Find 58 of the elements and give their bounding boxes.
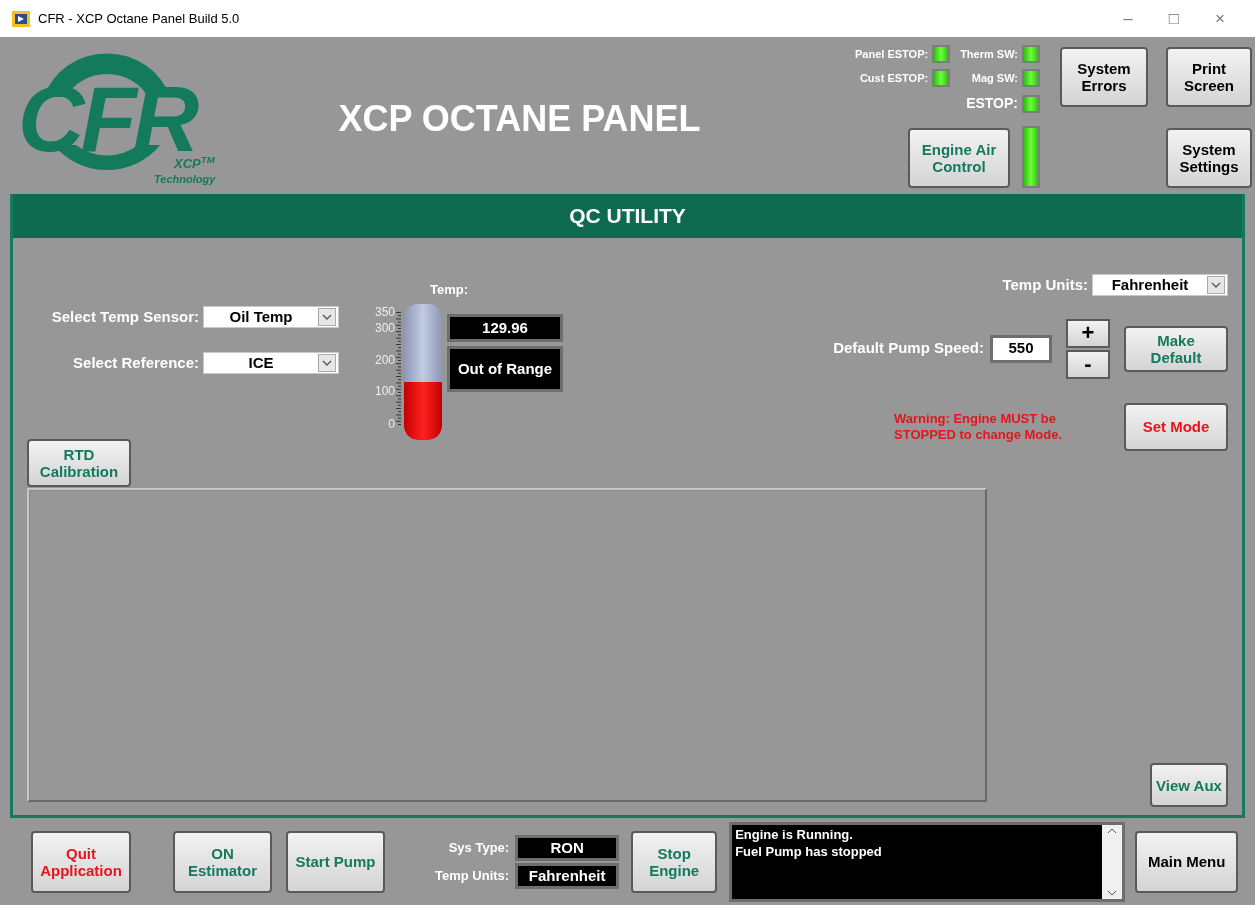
dropdown[interactable]: ICE [203, 351, 339, 374]
warning-message: Warning: Engine MUST be STOPPED to change Mode. [894, 410, 1064, 443]
engine-air-button[interactable]: Engine Air Control [908, 128, 1010, 188]
footer-button[interactable]: ON Estimator [173, 830, 272, 893]
logo-mark: XCP$^{TM}$ [174, 157, 215, 170]
system-settings-button[interactable]: System Settings [1166, 128, 1252, 188]
scale-label: 350 [374, 305, 395, 318]
scale-label: 200 [374, 353, 395, 366]
print-screen-button[interactable]: Print Screen [1166, 47, 1252, 107]
field-label: Temp Units: [435, 866, 510, 885]
field-label: Temp Units: [1002, 275, 1088, 295]
footer-button[interactable]: Start Pump [286, 830, 385, 893]
logo-subtitle: Technology [154, 173, 216, 185]
window-control[interactable]: × [1197, 5, 1243, 32]
light-label: ESTOP: [966, 94, 1018, 113]
range-status-display: Out of Range [447, 345, 563, 392]
view-aux-button[interactable]: View Aux [1150, 763, 1228, 807]
log-message: Fuel Pump has stopped [735, 842, 883, 860]
temp-units-display: Fahrenheit [515, 862, 620, 889]
dropdown-caret-icon[interactable] [1207, 276, 1225, 295]
set-mode-button[interactable]: Set Mode [1124, 402, 1228, 451]
dropdown-caret-icon[interactable] [318, 308, 336, 327]
light-label: Therm SW: [960, 46, 1018, 62]
field-label: Select Temp Sensor: [51, 307, 199, 327]
scale-label: 300 [374, 321, 395, 334]
scale-label: 100 [374, 385, 395, 398]
dropdown[interactable]: Oil Temp [203, 306, 339, 329]
scrollbar[interactable] [1102, 824, 1123, 899]
window-control[interactable]: □ [1151, 5, 1197, 32]
log-message: Engine is Running. [735, 825, 854, 843]
field-label: Select Reference: [73, 352, 199, 373]
quit-button[interactable]: Quit Application [31, 830, 131, 893]
rtd-calibration-button[interactable]: RTD Calibration [27, 439, 131, 487]
pump-speed-field[interactable]: 550 [990, 334, 1052, 363]
temperature-display: 129.96 [447, 313, 563, 342]
field-label: Default Pump Speed: [833, 338, 984, 359]
stop-engine-button[interactable]: Stop Engine [631, 830, 718, 893]
main-menu-button[interactable]: Main Menu [1135, 830, 1239, 893]
system-errors-button[interactable]: System Errors [1060, 47, 1148, 107]
scale-label: 0 [388, 417, 395, 430]
dropdown[interactable]: Fahrenheit [1092, 274, 1228, 297]
scroll-down-icon[interactable] [1107, 889, 1118, 896]
increment-button[interactable]: + [1066, 318, 1110, 348]
field-label: Sys Type: [448, 838, 510, 857]
window-control[interactable]: – [1105, 5, 1151, 32]
window-title: CFR - XCP Octane Panel Build 5.0 [38, 9, 240, 28]
app-icon [12, 10, 30, 27]
make-default-button[interactable]: Make Default [1124, 325, 1228, 372]
sys-type-display: RON [515, 834, 620, 861]
light-label: Panel ESTOP: [855, 46, 929, 62]
light-label: Mag SW: [971, 70, 1018, 86]
decrement-button[interactable]: - [1066, 349, 1110, 379]
thermometer-label: Temp: [429, 281, 468, 299]
section-header: QC UTILITY [13, 194, 1242, 238]
light-label: Cust ESTOP: [859, 70, 929, 86]
dropdown-caret-icon[interactable] [318, 353, 336, 372]
scroll-up-icon[interactable] [1107, 827, 1118, 834]
panel-title: XCP OCTANE PANEL [338, 96, 701, 141]
